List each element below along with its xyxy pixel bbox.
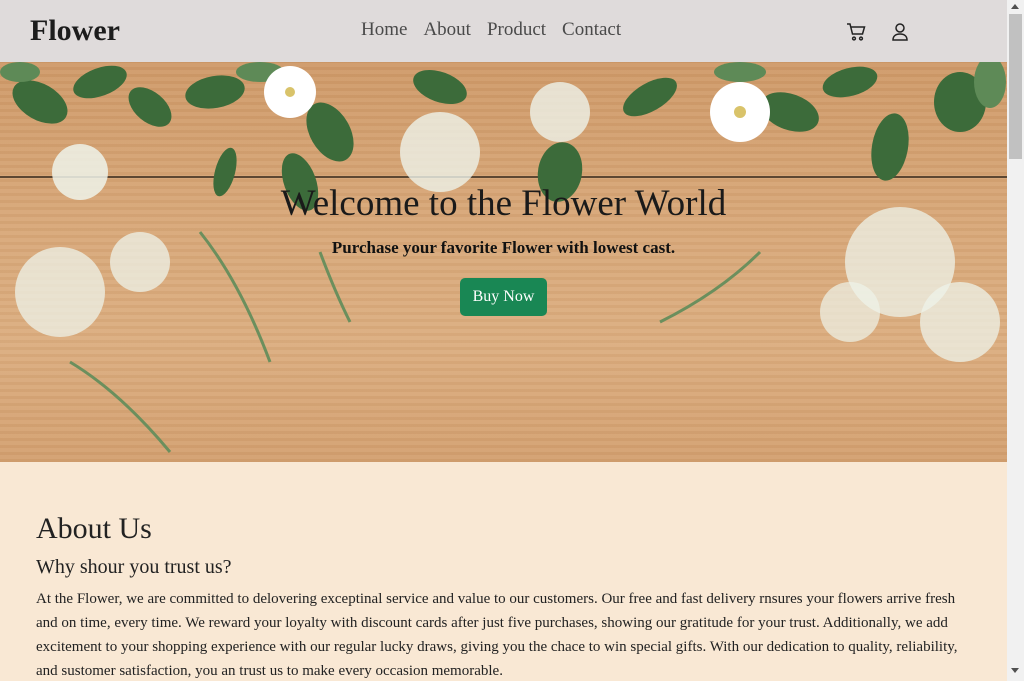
- page-scrollbar[interactable]: [1007, 0, 1024, 681]
- brand-logo[interactable]: Flower: [30, 14, 120, 48]
- user-icon[interactable]: [890, 22, 910, 42]
- hero-subtitle: Purchase your favorite Flower with lowes…: [331, 238, 676, 257]
- hero-banner: Welcome to the Flower World Purchase you…: [0, 62, 1007, 462]
- flower-decoration-image: [0, 62, 1006, 453]
- about-subtitle: Why shour you trust us?: [36, 556, 232, 578]
- about-paragraph: At the Flower, we are committed to delov…: [36, 591, 958, 679]
- nav-link-about[interactable]: About: [415, 19, 479, 41]
- scrollbar-thumb[interactable]: [1009, 14, 1022, 159]
- nav-link-product[interactable]: Product: [479, 19, 554, 41]
- scroll-down-arrow-icon[interactable]: [1011, 668, 1019, 673]
- about-title: About Us: [36, 512, 152, 545]
- nav-link-contact[interactable]: Contact: [554, 19, 629, 41]
- cart-icon[interactable]: [846, 22, 866, 42]
- nav-links: Home About Product Contact: [353, 19, 629, 41]
- about-section: About Us Why shour you trust us? At the …: [0, 462, 1007, 681]
- buy-now-button[interactable]: Buy Now: [460, 278, 547, 316]
- nav-link-home[interactable]: Home: [353, 19, 415, 41]
- navbar: Flower Home About Product Contact: [0, 0, 1007, 62]
- scroll-up-arrow-icon[interactable]: [1011, 4, 1019, 9]
- hero-title: Welcome to the Flower World: [280, 183, 727, 224]
